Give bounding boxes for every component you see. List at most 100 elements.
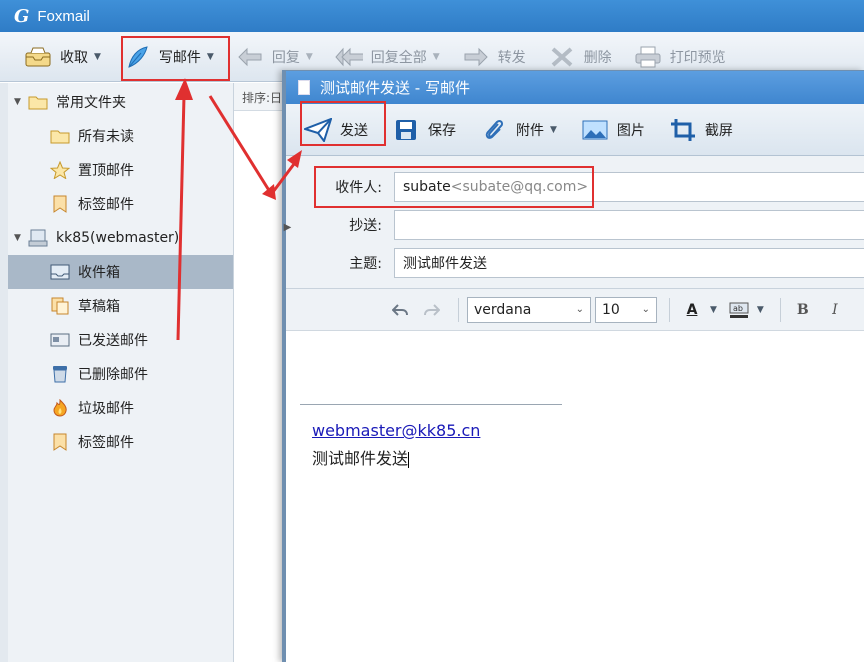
- receive-label: 收取: [60, 49, 88, 66]
- compose-window: 测试邮件发送 - 写邮件 发送 保存 附件 ▼ 图片 截屏 收件人: subat: [282, 70, 864, 662]
- sidebar-item-all-unread[interactable]: 所有未读: [8, 119, 233, 153]
- divider: [458, 297, 459, 322]
- account-computer-icon: [28, 229, 50, 247]
- expand-triangle-icon[interactable]: ▶: [284, 222, 292, 233]
- receive-button[interactable]: 收取 ▼: [24, 32, 101, 82]
- chevron-down-icon: ⌄: [641, 304, 650, 315]
- svg-text:ab: ab: [733, 304, 743, 313]
- chevron-down-icon: ⌄: [575, 304, 584, 315]
- annotation-recipient-box: [314, 166, 594, 208]
- floppy-disk-icon: [392, 117, 420, 143]
- forward-arrow-icon: [462, 45, 490, 69]
- picture-icon: [581, 117, 609, 143]
- bookmark-icon: [50, 195, 70, 213]
- account-group[interactable]: ▼ kk85(webmaster): [8, 221, 233, 255]
- italic-icon[interactable]: I: [821, 296, 849, 324]
- sidebar-item-label: 已删除邮件: [78, 367, 148, 383]
- reply-all-arrow-icon: [335, 45, 363, 69]
- signature-email-link[interactable]: webmaster@kk85.cn: [312, 421, 480, 440]
- attach-button[interactable]: 附件 ▼: [480, 117, 557, 143]
- divider: [779, 297, 781, 322]
- common-folders-label: 常用文件夹: [56, 95, 126, 111]
- annotation-send-box: [300, 101, 386, 146]
- font-color-icon[interactable]: A: [678, 296, 706, 324]
- text-caret: [408, 451, 410, 468]
- font-family-select[interactable]: verdana ⌄: [467, 296, 591, 323]
- sidebar-item-sent[interactable]: 已发送邮件: [8, 323, 233, 357]
- sidebar-item-label: 标签邮件: [78, 435, 134, 451]
- body-text: 测试邮件发送: [312, 449, 410, 468]
- font-size-value: 10: [602, 301, 620, 318]
- delete-label: 删除: [583, 49, 612, 66]
- compose-title-bar: 测试邮件发送 - 写邮件: [286, 71, 864, 104]
- annotation-compose-box: [121, 36, 230, 81]
- mail-list-pane: 排序:日: [234, 83, 286, 662]
- print-preview-label: 打印预览: [669, 49, 726, 66]
- chevron-down-icon[interactable]: ▼: [757, 305, 764, 315]
- sidebar-item-label: 标签邮件: [78, 197, 134, 213]
- highlight-color-icon[interactable]: ab: [725, 296, 753, 324]
- expand-triangle-icon[interactable]: ▼: [14, 233, 28, 243]
- folder-icon: [28, 94, 50, 110]
- compose-title: 测试邮件发送 - 写邮件: [320, 79, 470, 97]
- app-title: Foxmail: [37, 7, 90, 25]
- document-icon: [298, 80, 310, 95]
- sidebar-item-pinned[interactable]: 置顶邮件: [8, 153, 233, 187]
- account-label: kk85(webmaster): [56, 230, 180, 246]
- trash-can-icon: [50, 365, 70, 383]
- reply-all-label: 回复全部: [370, 49, 427, 66]
- sidebar-item-inbox[interactable]: 收件箱: [8, 255, 233, 289]
- sidebar-item-label: 已发送邮件: [78, 333, 148, 349]
- bold-icon[interactable]: B: [789, 296, 817, 324]
- sent-mail-icon: [50, 331, 70, 349]
- undo-icon[interactable]: [386, 296, 414, 324]
- signature-divider: [300, 404, 562, 405]
- sidebar-item-label: 所有未读: [78, 129, 134, 145]
- font-family-value: verdana: [474, 301, 532, 318]
- sidebar-item-deleted[interactable]: 已删除邮件: [8, 357, 233, 391]
- delete-x-icon: [548, 45, 576, 69]
- sidebar-item-label: 收件箱: [78, 265, 120, 281]
- subject-label: 主题:: [349, 256, 382, 272]
- cc-row: ▶ 抄送:: [283, 206, 864, 244]
- fire-icon: [50, 399, 70, 417]
- save-button[interactable]: 保存: [392, 117, 456, 143]
- chevron-down-icon[interactable]: ▼: [94, 52, 101, 62]
- common-folders-group[interactable]: ▼ 常用文件夹: [8, 85, 233, 119]
- inbox-tray-icon: [24, 45, 52, 69]
- app-title-bar: G Foxmail: [0, 0, 864, 32]
- cc-field[interactable]: [394, 210, 864, 240]
- sidebar-item-junk[interactable]: 垃圾邮件: [8, 391, 233, 425]
- divider: [669, 297, 670, 322]
- format-toolbar: verdana ⌄ 10 ⌄ A ▼ ab ▼ B I: [286, 289, 864, 331]
- bookmark-icon: [50, 433, 70, 451]
- redo-icon[interactable]: [418, 296, 446, 324]
- expand-triangle-icon[interactable]: ▼: [14, 97, 28, 107]
- chevron-down-icon[interactable]: ▼: [550, 125, 557, 135]
- font-size-select[interactable]: 10 ⌄: [595, 296, 657, 323]
- chevron-down-icon[interactable]: ▼: [710, 305, 717, 315]
- sidebar-item-drafts[interactable]: 草稿箱: [8, 289, 233, 323]
- cc-label: ▶ 抄送:: [283, 218, 382, 234]
- sidebar-item-tagged[interactable]: 标签邮件: [8, 187, 233, 221]
- image-button[interactable]: 图片: [581, 117, 645, 143]
- reply-label: 回复: [271, 49, 300, 66]
- printer-icon: [634, 45, 662, 69]
- folder-icon: [50, 127, 70, 145]
- drafts-icon: [50, 297, 70, 315]
- sidebar-item-tagged-account[interactable]: 标签邮件: [8, 425, 233, 459]
- subject-field[interactable]: 测试邮件发送: [394, 248, 864, 278]
- save-label: 保存: [428, 122, 456, 139]
- crop-icon: [669, 117, 697, 143]
- chevron-down-icon[interactable]: ▼: [433, 52, 440, 62]
- sidebar-item-label: 置顶邮件: [78, 163, 134, 179]
- message-body-editor[interactable]: webmaster@kk85.cn 测试邮件发送: [286, 331, 864, 662]
- sort-label[interactable]: 排序:日: [234, 83, 285, 111]
- chevron-down-icon[interactable]: ▼: [306, 52, 313, 62]
- screenshot-label: 截屏: [704, 122, 733, 139]
- inbox-icon: [50, 263, 70, 281]
- screenshot-button[interactable]: 截屏: [669, 117, 733, 143]
- forward-label: 转发: [497, 49, 526, 66]
- star-icon: [50, 161, 70, 179]
- foxmail-logo-icon: G: [14, 5, 30, 27]
